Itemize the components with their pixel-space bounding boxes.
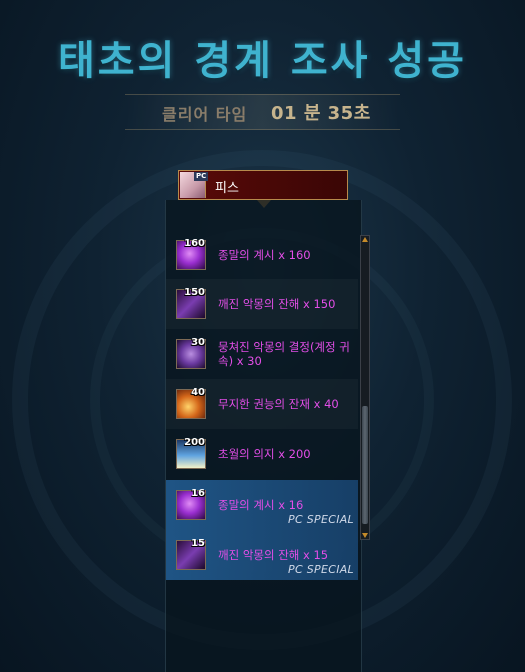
pc-special-tag: PC SPECIAL xyxy=(288,563,354,576)
player-name: 피스 xyxy=(215,181,239,196)
item-name: 종말의 계시 x 160 xyxy=(218,248,311,262)
scroll-down-arrow-icon[interactable] xyxy=(362,533,368,538)
item-name: 깨진 악몽의 잔해 x 15 xyxy=(218,548,329,562)
nightmare-shard-icon[interactable]: 15 xyxy=(176,538,206,570)
reward-row-pc-special: 16 종말의 계시 x 16 PC SPECIAL xyxy=(166,480,358,530)
item-name: 초월의 의지 x 200 xyxy=(218,447,311,461)
reward-row: 200 초월의 의지 x 200 xyxy=(166,429,358,479)
wings-icon[interactable]: 200 xyxy=(176,437,206,469)
reward-row: 30 뭉쳐진 악몽의 결정(계정 귀속) x 30 xyxy=(166,329,358,379)
pc-special-tag: PC SPECIAL xyxy=(288,513,354,526)
reward-row-pc-special: 15 깨진 악몽의 잔해 x 15 PC SPECIAL xyxy=(166,530,358,580)
reward-row: 40 무지한 권능의 잔재 x 40 xyxy=(166,379,358,429)
reward-list-scrollbar[interactable] xyxy=(360,235,370,540)
item-name: 종말의 계시 x 16 xyxy=(218,498,304,512)
item-name: 뭉쳐진 악몽의 결정(계정 귀속) x 30 xyxy=(218,340,350,368)
item-quantity: 150 xyxy=(184,287,205,298)
reward-row: 150 깨진 악몽의 잔해 x 150 xyxy=(166,279,358,329)
reward-row: 160 종말의 계시 x 160 xyxy=(166,230,358,280)
item-quantity: 15 xyxy=(191,538,205,549)
item-quantity: 160 xyxy=(184,238,205,249)
item-quantity: 16 xyxy=(191,488,205,499)
clear-time-label: 클리어 타임 xyxy=(162,105,248,124)
purple-orb-icon[interactable]: 160 xyxy=(176,238,206,270)
fire-swirl-icon[interactable]: 40 xyxy=(176,387,206,419)
avatar: PC xyxy=(180,172,209,198)
purple-orb-icon[interactable]: 16 xyxy=(176,488,206,520)
scroll-thumb[interactable] xyxy=(362,406,368,524)
pc-badge: PC xyxy=(194,172,209,181)
scroll-up-arrow-icon[interactable] xyxy=(362,237,368,242)
nightmare-shard-icon[interactable]: 150 xyxy=(176,287,206,319)
item-quantity: 30 xyxy=(191,337,205,348)
player-header: PC 피스 xyxy=(178,170,348,208)
item-name: 깨진 악몽의 잔해 x 150 xyxy=(218,297,336,311)
page-title: 태초의 경계 조사 성공 xyxy=(58,38,467,84)
item-name: 무지한 권능의 잔재 x 40 xyxy=(218,397,339,411)
nightmare-crystal-icon[interactable]: 30 xyxy=(176,337,206,369)
item-quantity: 200 xyxy=(184,437,205,448)
item-quantity: 40 xyxy=(191,387,205,398)
clear-time-bar: 클리어 타임 01 분 35초 xyxy=(125,94,400,130)
clear-time-value: 01 분 35초 xyxy=(271,103,371,124)
